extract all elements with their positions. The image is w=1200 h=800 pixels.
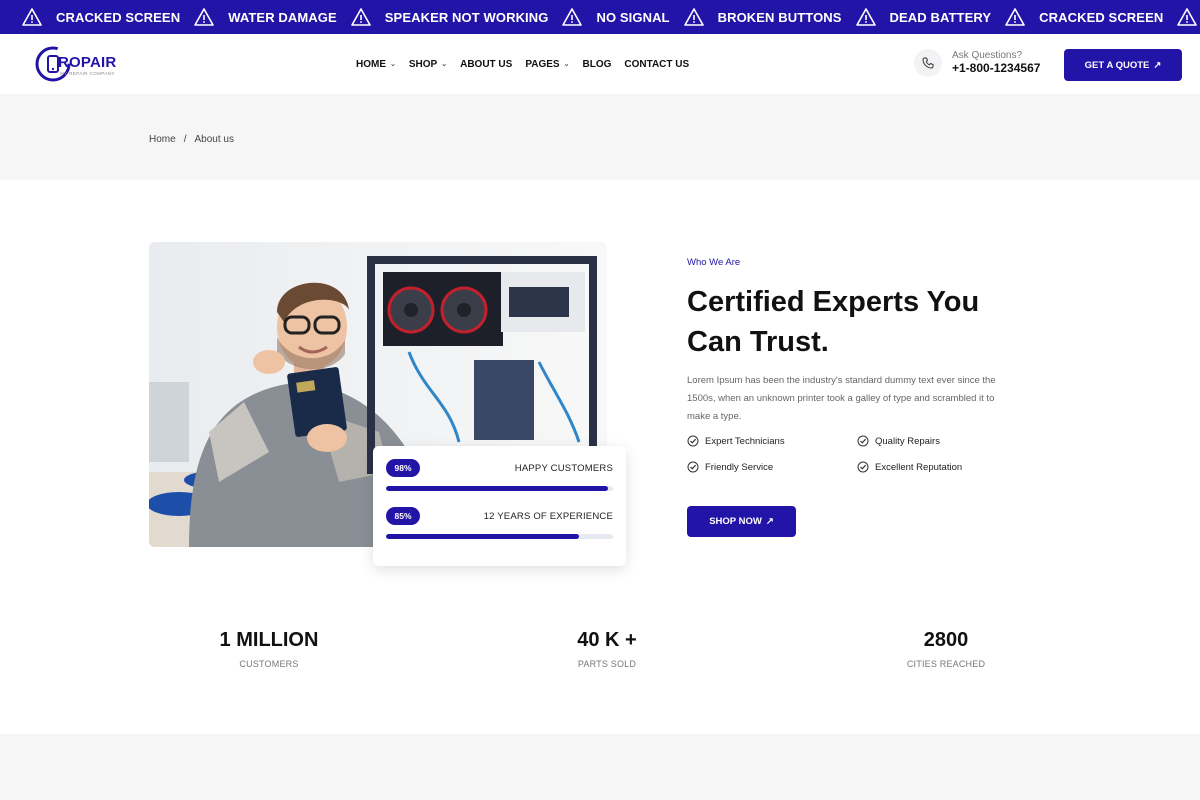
ticker-item: CRACKED SCREEN (22, 7, 180, 27)
nav-about-us[interactable]: ABOUT US (460, 59, 512, 70)
phone-number[interactable]: +1-800-1234567 (952, 61, 1040, 76)
ticker-label: CRACKED SCREEN (1039, 9, 1164, 25)
ticker-label: CRACKED SCREEN (56, 9, 181, 25)
progress-label: 12 YEARS OF EXPERIENCE (483, 511, 613, 522)
feature-item: Quality Repairs (857, 435, 1017, 447)
nav-label: SHOP (408, 58, 438, 70)
arrow-up-right-icon: ↗ (1153, 59, 1162, 71)
logo-text: ROPAIR (58, 53, 117, 71)
ticker-item: WATER DAMAGE (194, 7, 337, 27)
percent-badge: 85% (386, 507, 420, 525)
ticker-item: NO SIGNAL (562, 7, 669, 27)
ticker-label: DEAD BATTERY (889, 9, 992, 25)
feature-label: Friendly Service (705, 461, 774, 473)
ticker-item: CRACKED SCREEN (1005, 7, 1163, 27)
nav-shop[interactable]: SHOP ⌄ (409, 59, 447, 70)
breadcrumb-separator: / (183, 134, 187, 145)
arrow-up-right-icon: ↗ (765, 516, 774, 527)
breadcrumb-current: About us (194, 134, 234, 145)
warning-triangle-icon (562, 7, 583, 27)
ticker-label: NO SIGNAL (596, 9, 670, 25)
issues-ticker: CRACKED SCREEN WATER DAMAGE SPEAKER NOT WO… (0, 0, 1200, 34)
logo-tagline: MY REPAIR COMPANY (60, 71, 115, 76)
progress-label: HAPPY CUSTOMERS (514, 463, 613, 474)
breadcrumb-home-link[interactable]: Home (149, 134, 176, 145)
shop-now-label: SHOP NOW (709, 516, 762, 527)
warning-triangle-icon (855, 7, 876, 27)
check-circle-icon (687, 461, 699, 473)
check-circle-icon (857, 461, 869, 473)
warning-triangle-icon (1177, 7, 1198, 27)
counter-label: PARTS SOLD (577, 659, 637, 669)
next-section-band (0, 734, 1200, 800)
check-circle-icon (687, 435, 699, 447)
warning-triangle-icon (1005, 7, 1025, 27)
nav-blog[interactable]: BLOG (582, 59, 611, 70)
ask-questions-label: Ask Questions? (952, 50, 1023, 61)
breadcrumb-band: Home / About us (0, 94, 1200, 180)
chevron-down-icon: ⌄ (390, 61, 396, 68)
section-eyebrow: Who We Are (687, 257, 741, 268)
main-nav: HOME ⌄ SHOP ⌄ ABOUT US PAGES ⌄ BLOG CONTACT US (356, 34, 689, 94)
section-description: Lorem Ipsum has been the industry's stan… (687, 375, 996, 422)
warning-triangle-icon (350, 7, 371, 27)
nav-label: ABOUT US (460, 58, 513, 70)
ticker-label: SPEAKER NOT WORKING (384, 9, 549, 25)
feature-item: Excellent Reputation (857, 461, 1017, 473)
ticker-item: DEAD BATTERY (855, 7, 992, 27)
site-header: ROPAIR MY REPAIR COMPANY HOME ⌄ SHOP ⌄ ABOUT… (0, 34, 1200, 94)
nav-label: PAGES (525, 58, 560, 70)
progress-track (386, 534, 613, 539)
chevron-down-icon: ⌄ (563, 61, 570, 68)
percent-badge: 98% (386, 459, 420, 477)
progress-stats-card: 98% HAPPY CUSTOMERS 85% 12 YEARS OF EXPE… (373, 446, 626, 566)
shop-now-button[interactable]: SHOP NOW ↗ (687, 506, 796, 537)
section-title: Certified Experts You Can Trust. (687, 286, 980, 358)
feature-label: Excellent Reputation (875, 461, 963, 473)
warning-triangle-icon (683, 7, 704, 27)
breadcrumb: Home / About us (149, 134, 234, 145)
counter-value: 40 K + (577, 629, 637, 651)
ticker-item: SPEAKER NOT WORKING (350, 7, 549, 27)
ticker-label: BROKEN BUTTONS (717, 9, 842, 25)
counter-cities-reached: 2800 CITIES REACHED (846, 628, 1046, 669)
logo[interactable]: ROPAIR MY REPAIR COMPANY (34, 42, 124, 86)
feature-list: Expert Technicians Quality Repairs Frien… (687, 435, 1017, 473)
counter-parts-sold: 40 K + PARTS SOLD (507, 628, 707, 669)
counter-value: 2800 (923, 629, 969, 651)
counter-customers: 1 MILLION CUSTOMERS (169, 628, 369, 669)
feature-item: Expert Technicians (687, 435, 857, 447)
warning-triangle-icon (194, 7, 215, 27)
progress-years-experience: 85% 12 YEARS OF EXPERIENCE (386, 507, 613, 555)
nav-contact-us[interactable]: CONTACT US (624, 59, 689, 70)
ticker-item: BROKEN BUTTONS (683, 7, 842, 27)
get-a-quote-button[interactable]: GET A QUOTE ↗ (1064, 49, 1182, 81)
progress-fill (386, 486, 609, 491)
counter-label: CITIES REACHED (906, 659, 986, 669)
nav-label: CONTACT US (624, 58, 690, 70)
feature-item: Friendly Service (687, 461, 857, 473)
feature-label: Quality Repairs (875, 435, 940, 447)
warning-triangle-icon (22, 7, 42, 27)
nav-label: HOME (356, 58, 386, 70)
nav-label: BLOG (582, 58, 612, 70)
phone-icon (914, 49, 942, 77)
ticker-label: WATER DAMAGE (228, 9, 337, 25)
progress-track (386, 486, 613, 491)
progress-fill (386, 534, 579, 539)
nav-pages[interactable]: PAGES ⌄ (525, 59, 569, 70)
ticker-track: CRACKED SCREEN WATER DAMAGE SPEAKER NOT WO… (22, 0, 1198, 34)
check-circle-icon (857, 435, 869, 447)
get-a-quote-label: GET A QUOTE (1084, 59, 1150, 71)
feature-label: Expert Technicians (705, 435, 785, 447)
nav-home[interactable]: HOME ⌄ (356, 59, 396, 70)
chevron-down-icon: ⌄ (441, 61, 448, 68)
progress-happy-customers: 98% HAPPY CUSTOMERS (386, 459, 613, 507)
counter-value: 1 MILLION (219, 629, 319, 651)
phone-contact[interactable]: Ask Questions? +1-800-1234567 (914, 49, 1040, 77)
counter-label: CUSTOMERS (239, 659, 299, 669)
